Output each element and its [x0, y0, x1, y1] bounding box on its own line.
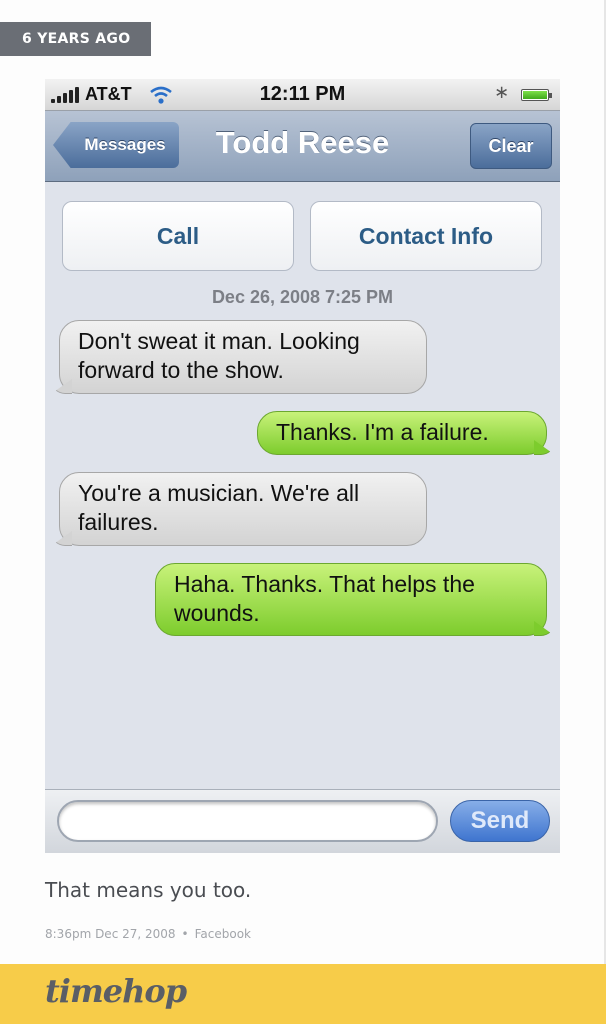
meta-separator: •: [181, 927, 189, 941]
message-bubble-incoming: You're a musician. We're all failures.: [59, 472, 427, 546]
post-source[interactable]: Facebook: [195, 927, 251, 941]
post-meta: 8:36pm Dec 27, 2008 • Facebook: [45, 927, 251, 941]
post-caption: That means you too.: [45, 878, 252, 902]
messages-back-label: Messages: [84, 135, 166, 154]
age-badge: 6 YEARS AGO: [0, 22, 151, 56]
clear-button[interactable]: Clear: [470, 123, 552, 169]
timehop-logo: timehop: [45, 972, 187, 1010]
contact-name-title: Todd Reese: [215, 125, 390, 160]
message-input[interactable]: [57, 800, 438, 842]
footer-bar: timehop: [0, 964, 606, 1024]
call-button[interactable]: Call: [62, 201, 294, 271]
message-bubble-incoming: Don't sweat it man. Looking forward to t…: [59, 320, 427, 394]
status-time: 12:11 PM: [259, 83, 346, 105]
message-bubble-outgoing: Haha. Thanks. That helps the wounds.: [155, 563, 547, 636]
battery-level: [523, 91, 547, 99]
navigation-bar: Messages Todd Reese Clear: [45, 111, 560, 182]
post-time: 8:36pm Dec 27, 2008: [45, 927, 176, 941]
compose-bar: Send: [45, 789, 560, 853]
phone-screenshot: AT&T 12:11 PM ∗ Messages Todd Reese Clea…: [45, 79, 560, 853]
battery-icon: [521, 89, 552, 101]
messages-back-button[interactable]: Messages: [53, 122, 179, 168]
status-bar: AT&T 12:11 PM ∗: [45, 79, 560, 111]
contact-info-button[interactable]: Contact Info: [310, 201, 542, 271]
send-button[interactable]: Send: [450, 800, 550, 842]
message-bubble-outgoing: Thanks. I'm a failure.: [257, 411, 547, 455]
bluetooth-icon: ∗: [494, 82, 510, 103]
thread-timestamp: Dec 26, 2008 7:25 PM: [211, 287, 394, 307]
